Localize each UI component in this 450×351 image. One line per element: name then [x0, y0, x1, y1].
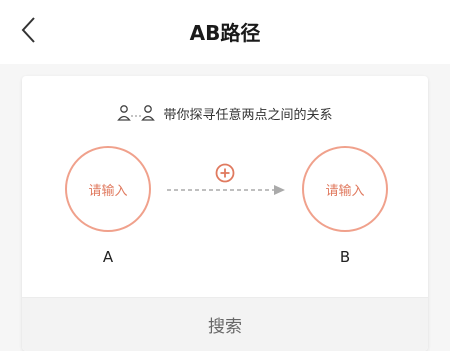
- two-persons-link-icon: [117, 105, 156, 121]
- search-button[interactable]: 搜索: [22, 297, 428, 351]
- plus-circle-icon: [215, 163, 235, 183]
- subtitle-text: 带你探寻任意两点之间的关系: [163, 107, 333, 123]
- node-b-label: B: [339, 248, 351, 266]
- search-button-label: 搜索: [208, 317, 242, 337]
- node-a-placeholder: 请输入: [88, 183, 128, 199]
- node-b-placeholder: 请输入: [325, 183, 365, 199]
- node-b-input[interactable]: 请输入: [302, 146, 388, 232]
- subtitle-row: 带你探寻任意两点之间的关系: [22, 103, 428, 123]
- path-search-card: 带你探寻任意两点之间的关系 请输入 A 请输入 B 搜索: [22, 76, 428, 351]
- node-a-label: A: [102, 248, 114, 266]
- add-node-button[interactable]: [215, 163, 235, 183]
- top-bar: AB路径: [0, 0, 450, 64]
- node-a-input[interactable]: 请输入: [65, 146, 151, 232]
- page-title: AB路径: [189, 21, 261, 45]
